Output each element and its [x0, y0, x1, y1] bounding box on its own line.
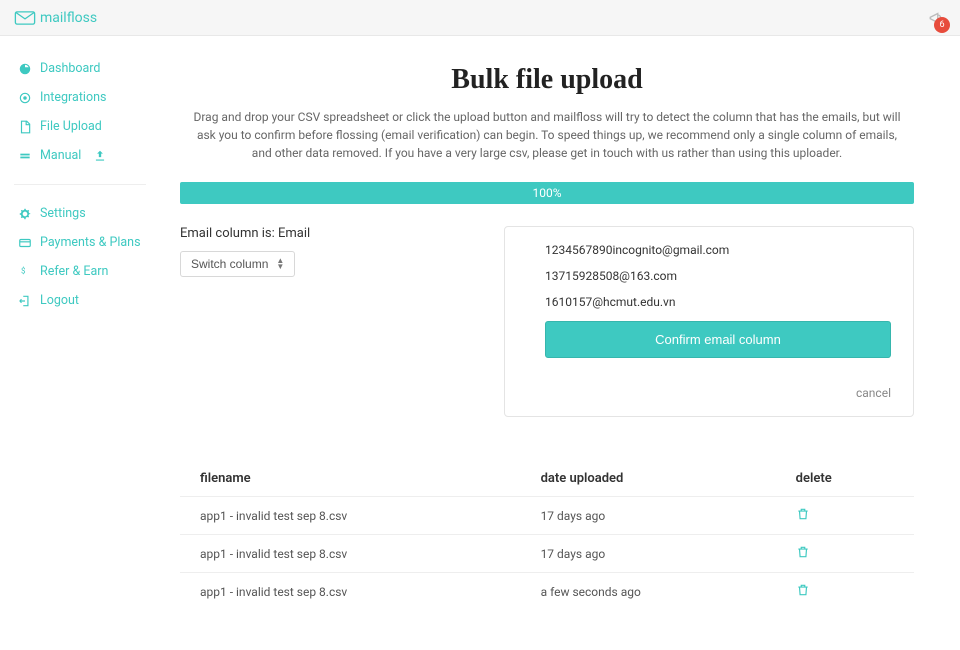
sidebar-item-label: Payments & Plans: [40, 235, 141, 250]
notifications[interactable]: 6: [928, 9, 946, 27]
switch-column-button[interactable]: Switch column ▲▼: [180, 251, 295, 277]
sidebar-item-dashboard[interactable]: Dashboard: [0, 54, 160, 83]
sort-icon: ▲▼: [276, 258, 284, 270]
topbar: mailfloss 6: [0, 0, 960, 36]
table-row: app1 - invalid test sep 8.csv 17 days ag…: [180, 535, 914, 573]
sample-email: 13715928508@163.com: [545, 269, 891, 283]
integrations-icon: [18, 91, 32, 105]
cell-filename: app1 - invalid test sep 8.csv: [180, 497, 521, 535]
progress-bar: 100%: [180, 182, 914, 204]
main-content: Bulk file upload Drag and drop your CSV …: [160, 36, 960, 650]
trash-icon[interactable]: [796, 548, 810, 562]
page-description: Drag and drop your CSV spreadsheet or cl…: [187, 108, 907, 162]
sidebar-item-label: Logout: [40, 293, 79, 308]
col-filename: filename: [180, 461, 521, 497]
file-upload-icon: [18, 120, 32, 134]
dashboard-icon: [18, 62, 32, 76]
card-icon: [18, 236, 32, 250]
cell-date: 17 days ago: [521, 535, 776, 573]
table-row: app1 - invalid test sep 8.csv 17 days ag…: [180, 497, 914, 535]
confirm-email-column-button[interactable]: Confirm email column: [545, 321, 891, 358]
sidebar-item-label: Dashboard: [40, 61, 100, 76]
sidebar-item-label: Integrations: [40, 90, 106, 105]
notification-badge: 6: [934, 17, 950, 33]
email-column-label: Email column is: Email: [180, 226, 480, 241]
cell-filename: app1 - invalid test sep 8.csv: [180, 573, 521, 611]
dollar-icon: $: [18, 265, 32, 279]
sidebar-item-refer[interactable]: $ Refer & Earn: [0, 257, 160, 286]
sample-email: 1610157@hcmut.edu.vn: [545, 295, 891, 309]
sidebar-item-label: Refer & Earn: [40, 264, 108, 279]
sidebar-item-logout[interactable]: Logout: [0, 286, 160, 315]
sidebar-item-file-upload[interactable]: File Upload: [0, 112, 160, 141]
svg-text:$: $: [21, 266, 26, 275]
table-row: app1 - invalid test sep 8.csv a few seco…: [180, 573, 914, 611]
brand-logo[interactable]: mailfloss: [14, 10, 97, 26]
sidebar-item-label: File Upload: [40, 119, 102, 134]
cell-date: a few seconds ago: [521, 573, 776, 611]
upload-icon: [93, 149, 107, 163]
manual-icon: [18, 149, 32, 163]
sidebar-divider: [14, 184, 146, 185]
cell-date: 17 days ago: [521, 497, 776, 535]
files-table: filename date uploaded delete app1 - inv…: [180, 461, 914, 610]
gear-icon: [18, 207, 32, 221]
sidebar-item-label: Settings: [40, 206, 86, 221]
cell-filename: app1 - invalid test sep 8.csv: [180, 535, 521, 573]
sample-email: 1234567890incognito@gmail.com: [545, 243, 891, 257]
page-title: Bulk file upload: [180, 64, 914, 96]
mail-icon: [14, 11, 36, 25]
sidebar-item-manual[interactable]: Manual: [0, 141, 160, 170]
trash-icon[interactable]: [796, 510, 810, 524]
trash-icon[interactable]: [796, 586, 810, 600]
sidebar-item-integrations[interactable]: Integrations: [0, 83, 160, 112]
sidebar-item-label: Manual: [40, 148, 81, 163]
sidebar-item-payments[interactable]: Payments & Plans: [0, 228, 160, 257]
confirmation-panel: 1234567890incognito@gmail.com 1371592850…: [504, 226, 914, 417]
sidebar-item-settings[interactable]: Settings: [0, 199, 160, 228]
switch-column-label: Switch column: [191, 257, 268, 271]
logout-icon: [18, 294, 32, 308]
col-date: date uploaded: [521, 461, 776, 497]
col-delete: delete: [776, 461, 914, 497]
sidebar: Dashboard Integrations File Upload Manua…: [0, 36, 160, 650]
cancel-link[interactable]: cancel: [545, 386, 891, 400]
brand-name: mailfloss: [40, 10, 97, 26]
